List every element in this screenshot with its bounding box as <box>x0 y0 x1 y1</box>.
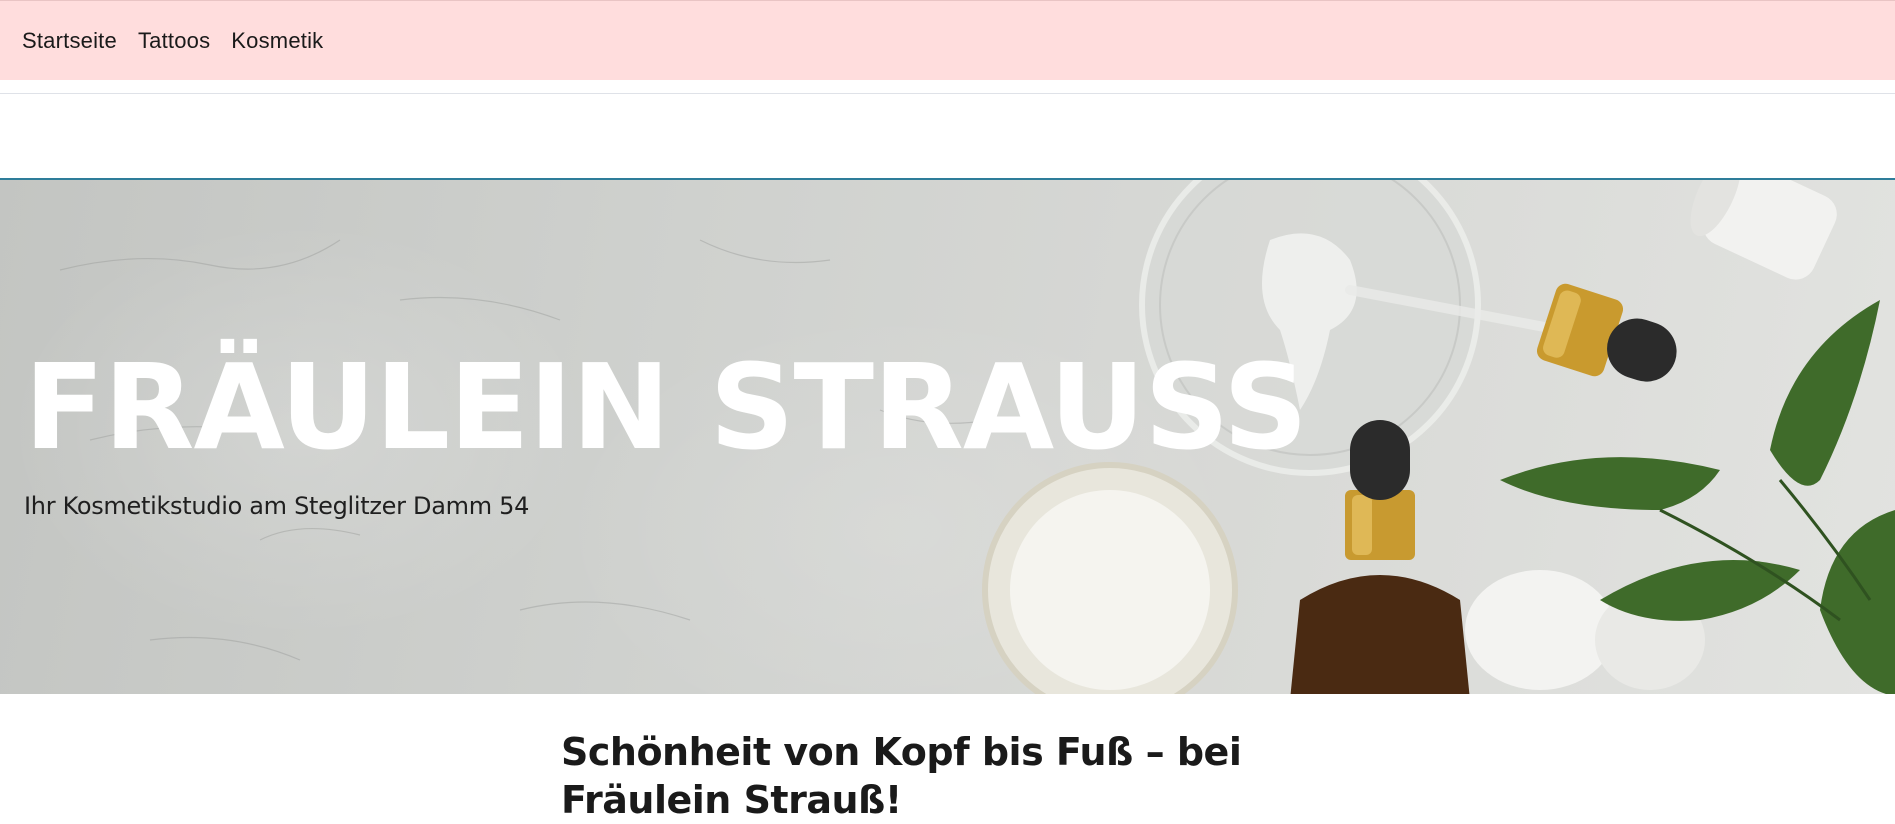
hero-title: FRÄULEIN STRAUSS <box>24 338 1308 476</box>
nav-item-tattoos[interactable]: Tattoos <box>138 28 210 54</box>
nav-item-startseite[interactable]: Startseite <box>22 28 117 54</box>
top-navigation: Startseite Tattoos Kosmetik <box>0 0 1895 80</box>
hero-banner: FRÄULEIN STRAUSS Ihr Kosmetikstudio am S… <box>0 178 1895 694</box>
intro-heading: Schönheit von Kopf bis Fuß – bei Fräulei… <box>561 730 1242 822</box>
header-spacer <box>0 94 1895 178</box>
nav-item-kosmetik[interactable]: Kosmetik <box>231 28 323 54</box>
hero-subtitle: Ihr Kosmetikstudio am Steglitzer Damm 54 <box>24 492 530 520</box>
